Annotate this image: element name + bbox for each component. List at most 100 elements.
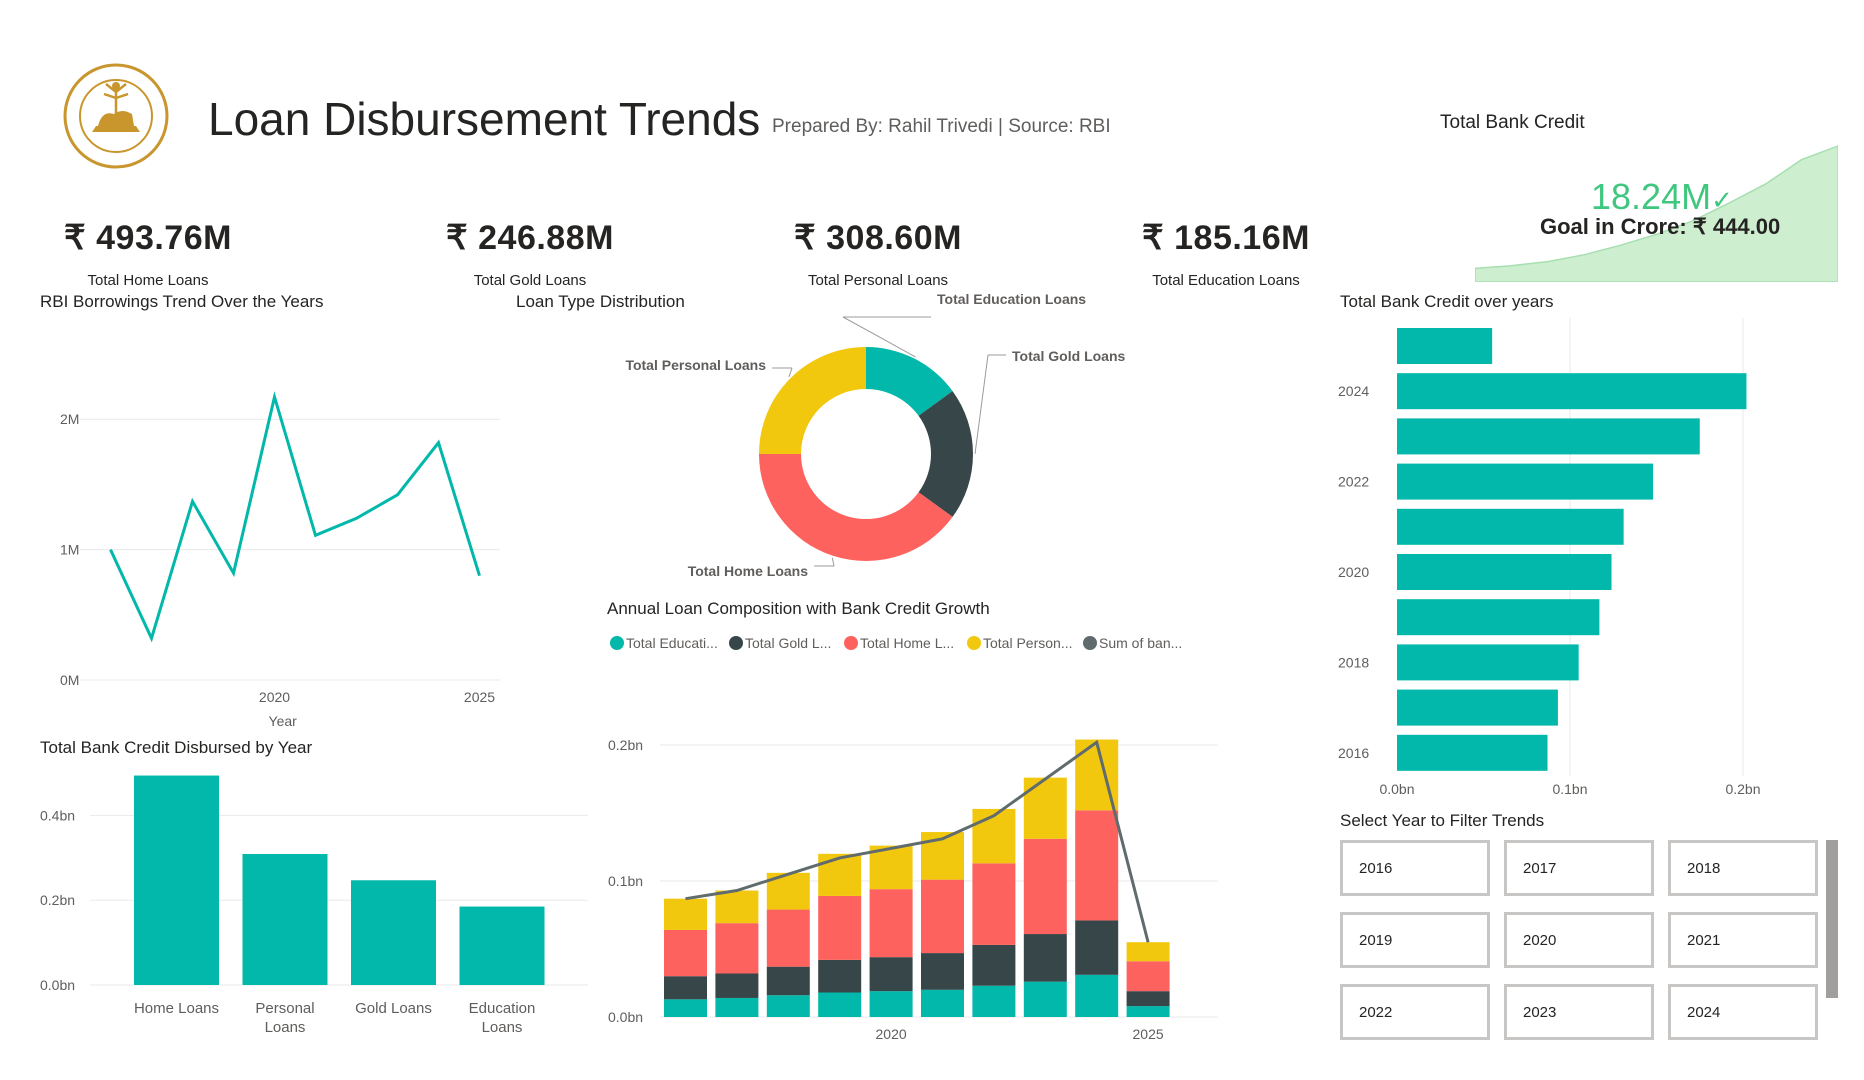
- y-tick-label: 0M: [60, 672, 79, 688]
- donut-label: Total Gold Loans: [1012, 348, 1126, 364]
- y-tick-label: 0.0bn: [608, 1009, 643, 1025]
- kpi-label: Total Gold Loans: [473, 272, 587, 289]
- year-button-2022[interactable]: 2022: [1340, 984, 1490, 1040]
- legend-marker: [610, 636, 624, 650]
- credit-over-years-bar-chart: 0.0bn 0.1bn 0.2bn 2016 2018 2020 2022 2024: [1338, 318, 1761, 797]
- x-tick-label: 2025: [1133, 1026, 1164, 1040]
- stacked-bar-segment: [715, 997, 759, 1017]
- kpi-home-loans: ₹ 493.76M Total Home Loans: [18, 218, 278, 289]
- stacked-bar-segment: [1023, 934, 1067, 982]
- stacked-bar-segment: [1023, 777, 1067, 839]
- kpi-label: Total Education Loans: [1152, 272, 1300, 289]
- y-tick-label: 0.2bn: [40, 892, 75, 908]
- year-button-2024[interactable]: 2024: [1668, 984, 1818, 1040]
- kpi-value: ₹ 493.76M: [64, 219, 232, 257]
- disbursed-bar: [351, 880, 436, 985]
- credit-bar: [1397, 373, 1747, 410]
- legend-marker: [1083, 636, 1097, 650]
- kpi-gold-loans: ₹ 246.88M Total Gold Loans: [400, 218, 660, 289]
- page-subtitle: Prepared By: Rahil Trivedi | Source: RBI: [772, 116, 1111, 137]
- stacked-bar-segment: [664, 898, 707, 930]
- stacked-bar-segment: [1126, 942, 1170, 962]
- stacked-bar-segment: [972, 944, 1016, 986]
- y-tick-label: 2016: [1338, 745, 1369, 761]
- bank-credit-value: 18.24M✓: [1591, 176, 1733, 217]
- check-icon: ✓: [1711, 185, 1733, 215]
- x-tick-label: 2020: [259, 689, 290, 705]
- y-tick-label: 0.2bn: [608, 737, 643, 753]
- kpi-value: ₹ 185.16M: [1142, 219, 1310, 257]
- legend-marker: [729, 636, 743, 650]
- loan-distribution-donut-chart: Total Education Loans Total Gold Loans Tot…: [625, 291, 1126, 579]
- credit-bar: [1397, 689, 1558, 726]
- disbursed-bar: [134, 775, 219, 985]
- stacked-bar-segment: [921, 879, 964, 954]
- stacked-bar-segment: [1075, 974, 1119, 1017]
- x-category-label: Loans: [265, 1019, 306, 1036]
- credit-bar: [1397, 644, 1579, 681]
- stacked-bar-segment: [1126, 1006, 1170, 1017]
- stacked-bar-segment: [1023, 981, 1067, 1017]
- y-tick-label: 1M: [60, 542, 79, 558]
- disbursed-bar: [459, 906, 545, 985]
- stacked-bar-segment: [664, 999, 707, 1017]
- stacked-bar-segment: [1023, 838, 1067, 935]
- slicer-scrollbar[interactable]: [1826, 840, 1838, 998]
- donut-label: Total Home Loans: [688, 563, 809, 579]
- y-tick-label: 2M: [60, 411, 79, 427]
- stacked-bar-segment: [766, 909, 810, 967]
- stacked-bar-segment: [818, 959, 862, 993]
- y-tick-label: 2022: [1338, 474, 1369, 490]
- year-button-2023[interactable]: 2023: [1504, 984, 1654, 1040]
- stacked-bar-segment: [869, 889, 913, 958]
- rbi-seal-icon: [63, 63, 169, 169]
- y-tick-label: 0.4bn: [40, 807, 75, 823]
- x-category-label: Loans: [482, 1019, 523, 1036]
- year-button-2018[interactable]: 2018: [1668, 840, 1818, 896]
- credit-bar: [1397, 599, 1600, 636]
- donut-label: Total Personal Loans: [625, 357, 766, 373]
- year-button-2017[interactable]: 2017: [1504, 840, 1654, 896]
- year-button-2019[interactable]: 2019: [1340, 912, 1490, 968]
- chart-title-distribution: Loan Type Distribution: [516, 292, 685, 311]
- stacked-bar-segment: [715, 923, 759, 974]
- rbi-trend-line-chart: 0M 1M 2M 2020 2025 Year: [60, 391, 500, 729]
- x-category-label: Gold Loans: [355, 1000, 432, 1017]
- stacked-bar-segment: [1126, 991, 1170, 1007]
- stacked-bar-segment: [972, 985, 1016, 1017]
- donut-slice: [759, 347, 866, 454]
- year-button-2021[interactable]: 2021: [1668, 912, 1818, 968]
- stacked-bar-segment: [1075, 920, 1119, 975]
- disbursed-bar: [242, 853, 328, 985]
- legend-label: Total Person...: [983, 635, 1073, 651]
- bank-credit-goal: Goal in Crore: ₹ 444.00: [1540, 214, 1781, 239]
- y-tick-label: 2020: [1338, 564, 1369, 580]
- credit-bar: [1397, 734, 1548, 771]
- rbi-logo: [62, 62, 170, 170]
- chart-title-disbursed: Total Bank Credit Disbursed by Year: [40, 738, 313, 757]
- loan-composition-combo-chart: Total Educati... Total Gold L... Total Hom…: [608, 635, 1218, 1040]
- chart-title-credit-years: Total Bank Credit over years: [1340, 292, 1554, 311]
- y-tick-label: 2024: [1338, 383, 1369, 399]
- legend-marker: [844, 636, 858, 650]
- donut-slice: [918, 391, 973, 517]
- legend-label: Sum of ban...: [1099, 635, 1182, 651]
- legend-label: Total Home L...: [860, 635, 954, 651]
- year-button-2020[interactable]: 2020: [1504, 912, 1654, 968]
- credit-bar: [1397, 508, 1624, 545]
- stacked-bar-segment: [921, 953, 964, 990]
- disbursed-by-year-bar-chart: 0.0bn 0.2bn 0.4bn Home Loans Personal Loans Go…: [40, 775, 588, 1036]
- x-tick-label: 0.0bn: [1379, 781, 1414, 797]
- year-button-2016[interactable]: 2016: [1340, 840, 1490, 896]
- stacked-bar-segment: [766, 966, 810, 996]
- legend-label: Total Educati...: [626, 635, 718, 651]
- year-slicer: 2016 2017 2018 2019 2020 2021 2022 2023 …: [1340, 840, 1818, 1040]
- stacked-bar-segment: [664, 929, 707, 977]
- legend-marker: [967, 636, 981, 650]
- kpi-education-loans: ₹ 185.16M Total Education Loans: [1096, 218, 1356, 289]
- slicer-title: Select Year to Filter Trends: [1340, 811, 1545, 830]
- stacked-bar-segment: [715, 973, 759, 998]
- stacked-bar-segment: [1126, 961, 1170, 992]
- legend-label: Total Gold L...: [745, 635, 831, 651]
- kpi-label: Total Personal Loans: [807, 272, 949, 289]
